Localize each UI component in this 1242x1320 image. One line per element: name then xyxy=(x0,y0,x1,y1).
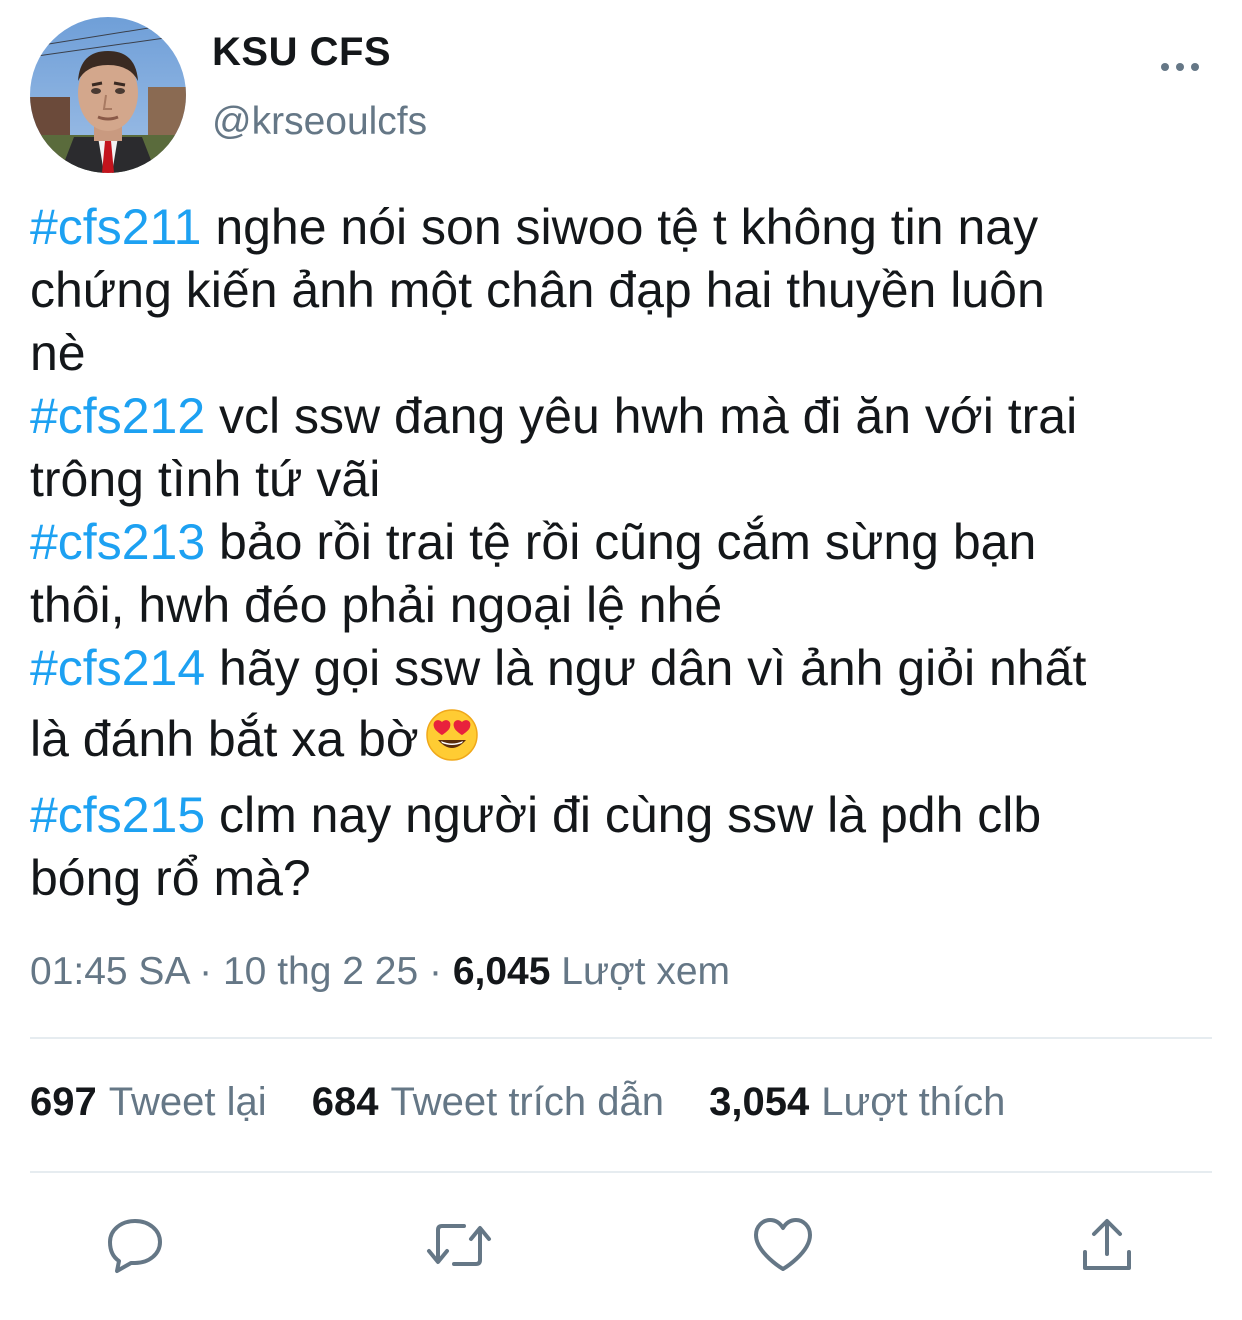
tweet-text-line: bảo rồi trai tệ rồi cũng cắm sừng bạn xyxy=(205,514,1037,570)
hashtag-link[interactable]: #cfs211 xyxy=(30,199,201,255)
tweet-text-line: nè xyxy=(30,325,86,381)
meta-separator: · xyxy=(418,950,453,993)
likes-stat[interactable]: 3,054 Lượt thích xyxy=(709,1080,1005,1125)
tweet-text-line: trông tình tứ vãi xyxy=(30,451,381,507)
views-count: 6,045 xyxy=(452,950,551,993)
hashtag-link[interactable]: #cfs214 xyxy=(30,640,205,696)
quote-tweets-stat[interactable]: 684 Tweet trích dẫn xyxy=(312,1080,664,1125)
author-display-name[interactable]: KSU CFS xyxy=(212,30,391,75)
meta-separator: · xyxy=(188,950,223,993)
heart-eyes-emoji-icon xyxy=(425,706,479,784)
like-button[interactable] xyxy=(748,1210,818,1280)
retweets-count: 697 xyxy=(30,1080,97,1124)
tweet-paragraph: #cfs214 hãy gọi ssw là ngư dân vì ảnh gi… xyxy=(30,637,1230,784)
avatar-image xyxy=(30,17,186,173)
retweet-button[interactable] xyxy=(424,1210,494,1280)
tweet-text: #cfs211 nghe nói son siwoo tệ t không ti… xyxy=(30,196,1230,910)
views-label: Lượt xem xyxy=(550,950,730,993)
tweet-time[interactable]: 01:45 SA xyxy=(30,950,188,993)
reply-button[interactable] xyxy=(100,1210,170,1280)
quote-tweets-label: Tweet trích dẫn xyxy=(390,1080,664,1124)
tweet-paragraph: #cfs215 clm nay người đi cùng ssw là pdh… xyxy=(30,784,1230,910)
share-button[interactable] xyxy=(1072,1210,1142,1280)
tweet-date[interactable]: 10 thg 2 25 xyxy=(223,950,418,993)
like-icon xyxy=(754,1218,812,1271)
tweet-text-line: bóng rổ mà? xyxy=(30,850,311,906)
likes-count: 3,054 xyxy=(709,1080,810,1124)
tweet-text-line: clm nay người đi cùng ssw là pdh clb xyxy=(205,787,1042,843)
more-dots-icon xyxy=(1161,63,1199,71)
hashtag-link[interactable]: #cfs212 xyxy=(30,388,205,444)
tweet-text-line: chứng kiến ảnh một chân đạp hai thuyền l… xyxy=(30,262,1045,318)
retweets-label: Tweet lại xyxy=(108,1080,267,1124)
avatar[interactable] xyxy=(30,17,186,173)
divider xyxy=(30,1037,1212,1039)
tweet-detail: KSU CFS @krseoulcfs #cfs211 nghe nói son… xyxy=(0,0,1242,1320)
tweet-text-line: vcl ssw đang yêu hwh mà đi ăn với trai xyxy=(205,388,1078,444)
retweet-icon xyxy=(427,1224,491,1266)
author-handle[interactable]: @krseoulcfs xyxy=(212,100,427,144)
tweet-text-line: là đánh bắt xa bờ xyxy=(30,711,419,767)
hashtag-link[interactable]: #cfs215 xyxy=(30,787,205,843)
tweet-paragraph: #cfs211 nghe nói son siwoo tệ t không ti… xyxy=(30,196,1230,385)
engagement-stats: 697 Tweet lại 684 Tweet trích dẫn 3,054 Lượ… xyxy=(30,1080,1039,1125)
quote-tweets-count: 684 xyxy=(311,1080,379,1124)
tweet-text-line: thôi, hwh đéo phải ngoại lệ nhé xyxy=(30,577,723,633)
tweet-paragraph: #cfs212 vcl ssw đang yêu hwh mà đi ăn vớ… xyxy=(30,385,1230,511)
tweet-text-line: hãy gọi ssw là ngư dân vì ảnh giỏi nhất xyxy=(205,640,1087,696)
likes-label: Lượt thích xyxy=(821,1080,1006,1124)
tweet-paragraph: #cfs213 bảo rồi trai tệ rồi cũng cắm sừn… xyxy=(30,511,1230,637)
tweet-meta: 01:45 SA · 10 thg 2 25 · 6,045 Lượt xem xyxy=(30,950,730,994)
share-icon xyxy=(1083,1219,1131,1270)
hashtag-link[interactable]: #cfs213 xyxy=(30,514,205,570)
tweet-text-line: nghe nói son siwoo tệ t không tin nay xyxy=(201,199,1039,255)
more-options-button[interactable] xyxy=(1150,50,1210,84)
divider xyxy=(30,1171,1212,1173)
reply-icon xyxy=(108,1219,162,1273)
retweets-stat[interactable]: 697 Tweet lại xyxy=(30,1080,267,1125)
